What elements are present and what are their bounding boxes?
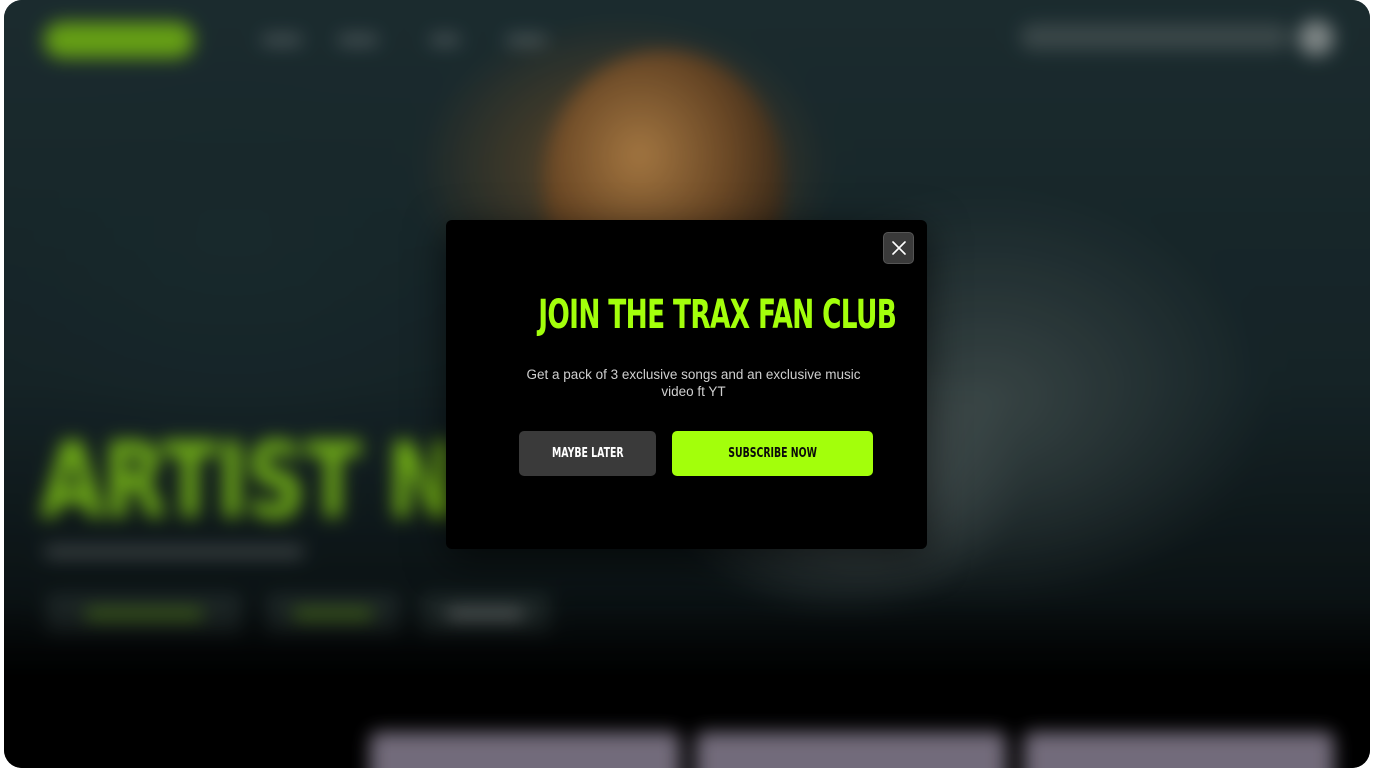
fan-club-modal: JOIN THE TRAX FAN CLUB Get a pack of 3 e… — [446, 220, 927, 549]
modal-title-text: JOIN THE TRAX FAN CLUB — [538, 292, 897, 338]
close-button[interactable] — [883, 232, 914, 264]
maybe-later-label: MAYBE LATER — [551, 446, 624, 461]
modal-description: Get a pack of 3 exclusive songs and an e… — [526, 367, 861, 399]
modal-title: JOIN THE TRAX FAN CLUB — [446, 292, 927, 338]
close-icon — [891, 241, 906, 255]
maybe-later-button[interactable]: MAYBE LATER — [519, 431, 656, 476]
subscribe-now-button[interactable]: SUBSCRIBE NOW — [672, 431, 873, 476]
app-window: ARTIST NAI JOIN THE TRAX FAN CLUB Get a … — [4, 0, 1370, 768]
subscribe-now-label: SUBSCRIBE NOW — [728, 446, 817, 461]
